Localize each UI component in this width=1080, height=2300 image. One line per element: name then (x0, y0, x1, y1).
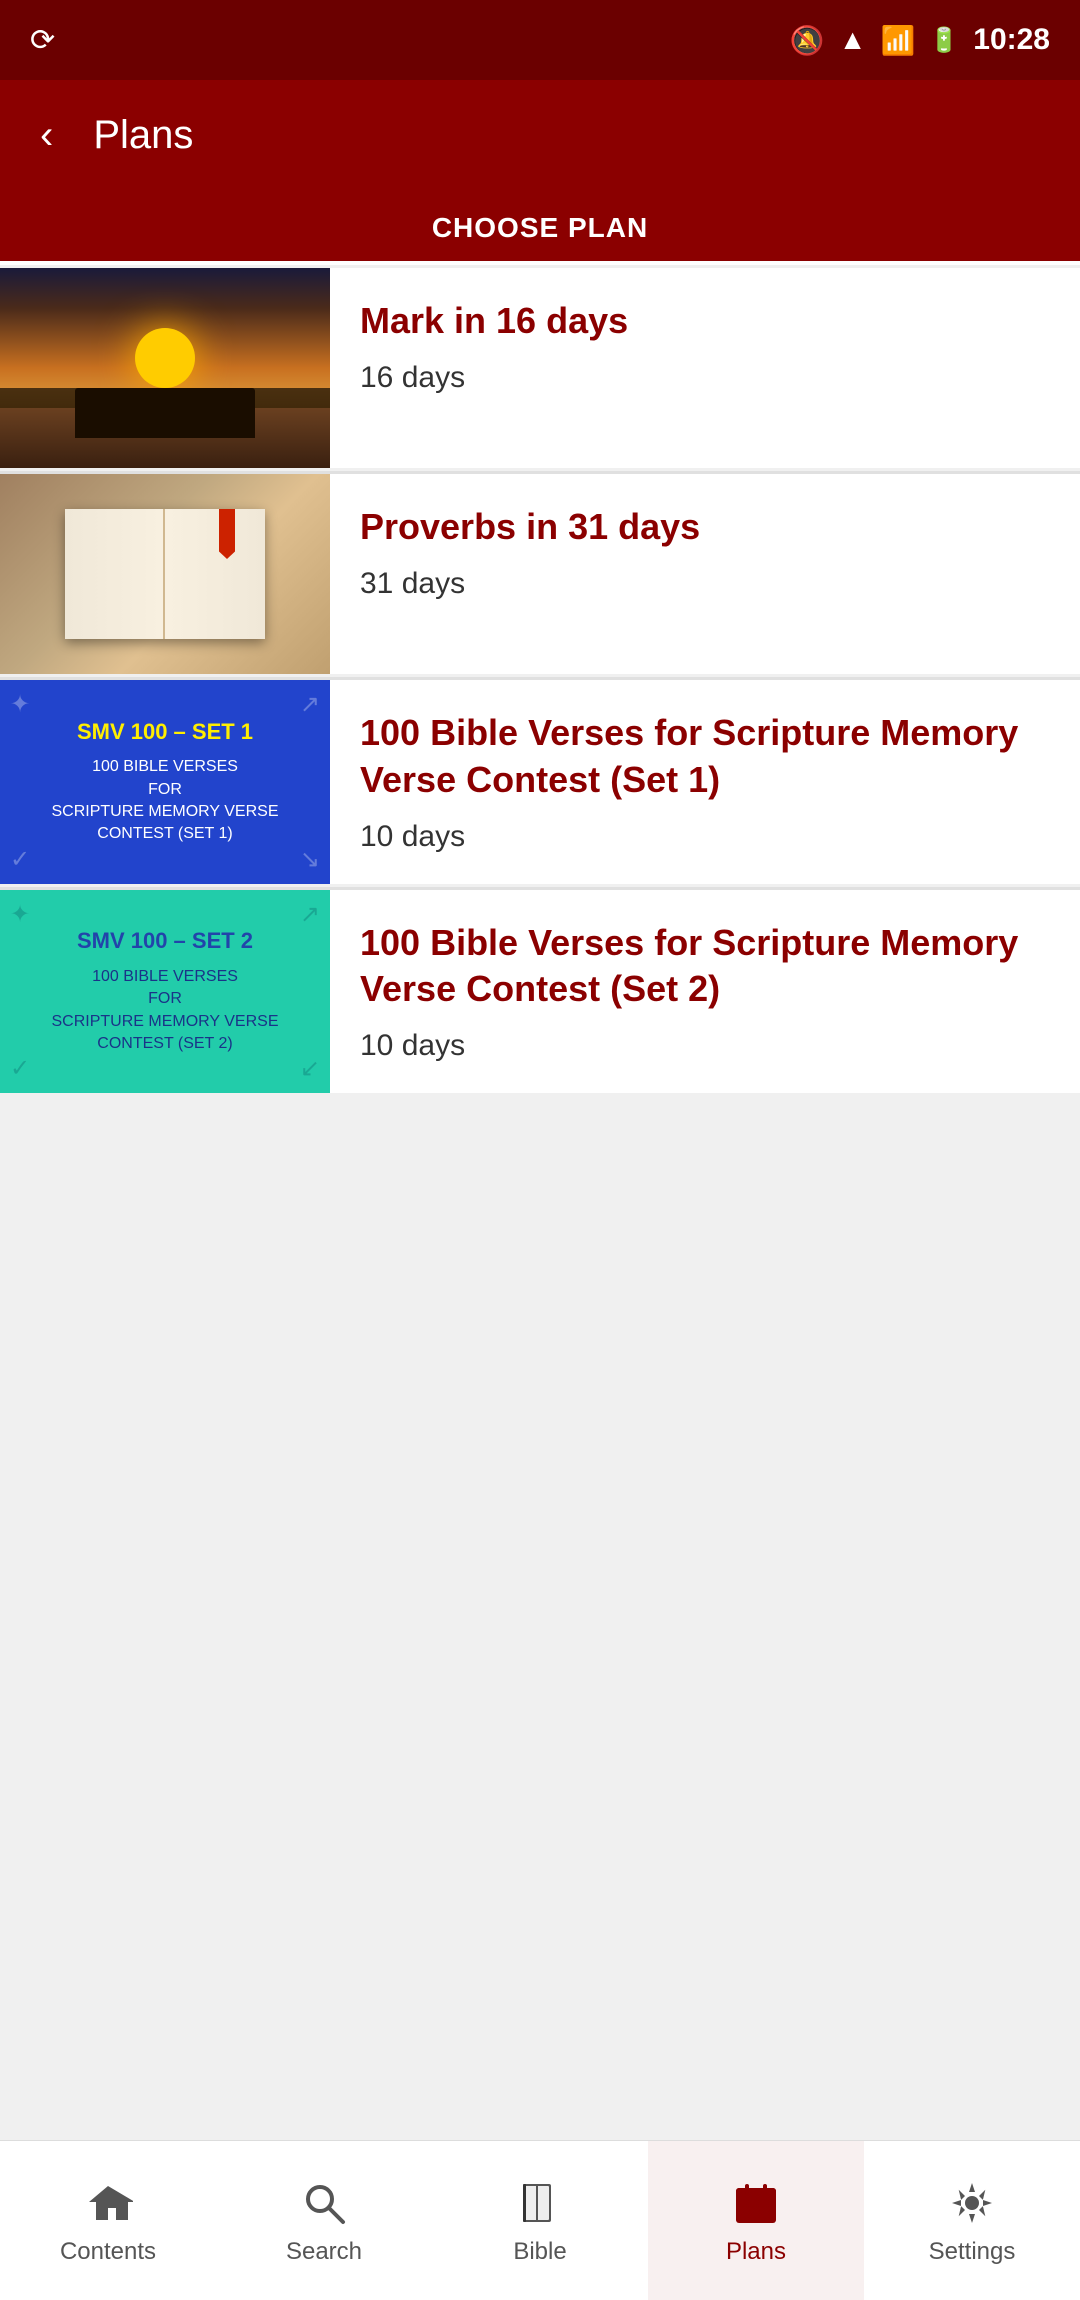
status-logo-icon: ⟳ (30, 23, 55, 58)
plan-title-mark: Mark in 16 days (360, 298, 1050, 345)
plan-title-smv2: 100 Bible Verses for Scripture Memory Ve… (360, 920, 1050, 1014)
plan-card-smv1[interactable]: ✦ ↗ ✓ ↘ SMV 100 – SET 1 100 BIBLE VERSES… (0, 680, 1080, 884)
tab-bar: CHOOSE PLAN (0, 190, 1080, 265)
nav-plans-label: Plans (726, 2238, 786, 2266)
home-icon (81, 2175, 136, 2230)
nav-settings[interactable]: Settings (864, 2141, 1080, 2300)
search-icon (297, 2175, 352, 2230)
mute-icon: 🔕 (790, 24, 825, 57)
plan-days-smv2: 10 days (360, 1029, 1050, 1063)
plan-days-mark: 16 days (360, 361, 1050, 395)
nav-settings-label: Settings (929, 2238, 1016, 2266)
top-bar: ‹ Plans (0, 80, 1080, 190)
plan-card-proverbs[interactable]: Proverbs in 31 days 31 days (0, 474, 1080, 674)
plan-title-smv1: 100 Bible Verses for Scripture Memory Ve… (360, 710, 1050, 804)
bottom-nav: Contents Search Bible (0, 2140, 1080, 2300)
content-area: Mark in 16 days 16 days Proverbs in 31 d… (0, 265, 1080, 2140)
status-bar: ⟳ 🔕 ▲ 📶 🔋 10:28 (0, 0, 1080, 80)
calendar-icon (729, 2175, 784, 2230)
plan-title-proverbs: Proverbs in 31 days (360, 504, 1050, 551)
nav-contents-label: Contents (60, 2238, 156, 2266)
plan-thumbnail-smv2: ✦ ↗ ✓ ↙ SMV 100 – SET 2 100 BIBLE VERSES… (0, 890, 330, 1094)
plan-thumbnail-mark (0, 268, 330, 468)
smv1-sub1: 100 BIBLE VERSES FOR SCRIPTURE MEMORY VE… (51, 756, 278, 846)
book-icon (513, 2175, 568, 2230)
nav-search[interactable]: Search (216, 2141, 432, 2300)
plan-info-mark: Mark in 16 days 16 days (330, 268, 1080, 468)
plan-card-smv2[interactable]: ✦ ↗ ✓ ↙ SMV 100 – SET 2 100 BIBLE VERSES… (0, 890, 1080, 1094)
clock: 10:28 (973, 23, 1050, 57)
plan-card-mark[interactable]: Mark in 16 days 16 days (0, 268, 1080, 468)
plan-thumbnail-smv1: ✦ ↗ ✓ ↘ SMV 100 – SET 1 100 BIBLE VERSES… (0, 680, 330, 884)
nav-bible-label: Bible (513, 2238, 566, 2266)
gear-icon (945, 2175, 1000, 2230)
nav-bible[interactable]: Bible (432, 2141, 648, 2300)
smv1-title-line: SMV 100 – SET 1 (77, 718, 253, 747)
smv2-sub1: 100 BIBLE VERSES FOR SCRIPTURE MEMORY VE… (51, 966, 278, 1056)
plan-days-proverbs: 31 days (360, 567, 1050, 601)
plan-info-smv2: 100 Bible Verses for Scripture Memory Ve… (330, 890, 1080, 1094)
wifi-icon: ▲ (839, 24, 867, 56)
back-button[interactable]: ‹ (30, 113, 63, 158)
status-right: 🔕 ▲ 📶 🔋 10:28 (790, 23, 1050, 57)
status-left: ⟳ (30, 23, 55, 58)
bottom-spacer (0, 1096, 1080, 1156)
nav-plans[interactable]: Plans (648, 2141, 864, 2300)
plan-info-smv1: 100 Bible Verses for Scripture Memory Ve… (330, 680, 1080, 884)
smv2-title-line: SMV 100 – SET 2 (77, 927, 253, 956)
page-title: Plans (93, 113, 193, 158)
battery-icon: 🔋 (929, 26, 959, 55)
plan-info-proverbs: Proverbs in 31 days 31 days (330, 474, 1080, 674)
nav-contents[interactable]: Contents (0, 2141, 216, 2300)
plan-thumbnail-proverbs (0, 474, 330, 674)
nav-search-label: Search (286, 2238, 362, 2266)
signal-icon: 📶 (881, 24, 916, 57)
plan-days-smv1: 10 days (360, 820, 1050, 854)
tab-choose-plan[interactable]: CHOOSE PLAN (0, 190, 1080, 262)
